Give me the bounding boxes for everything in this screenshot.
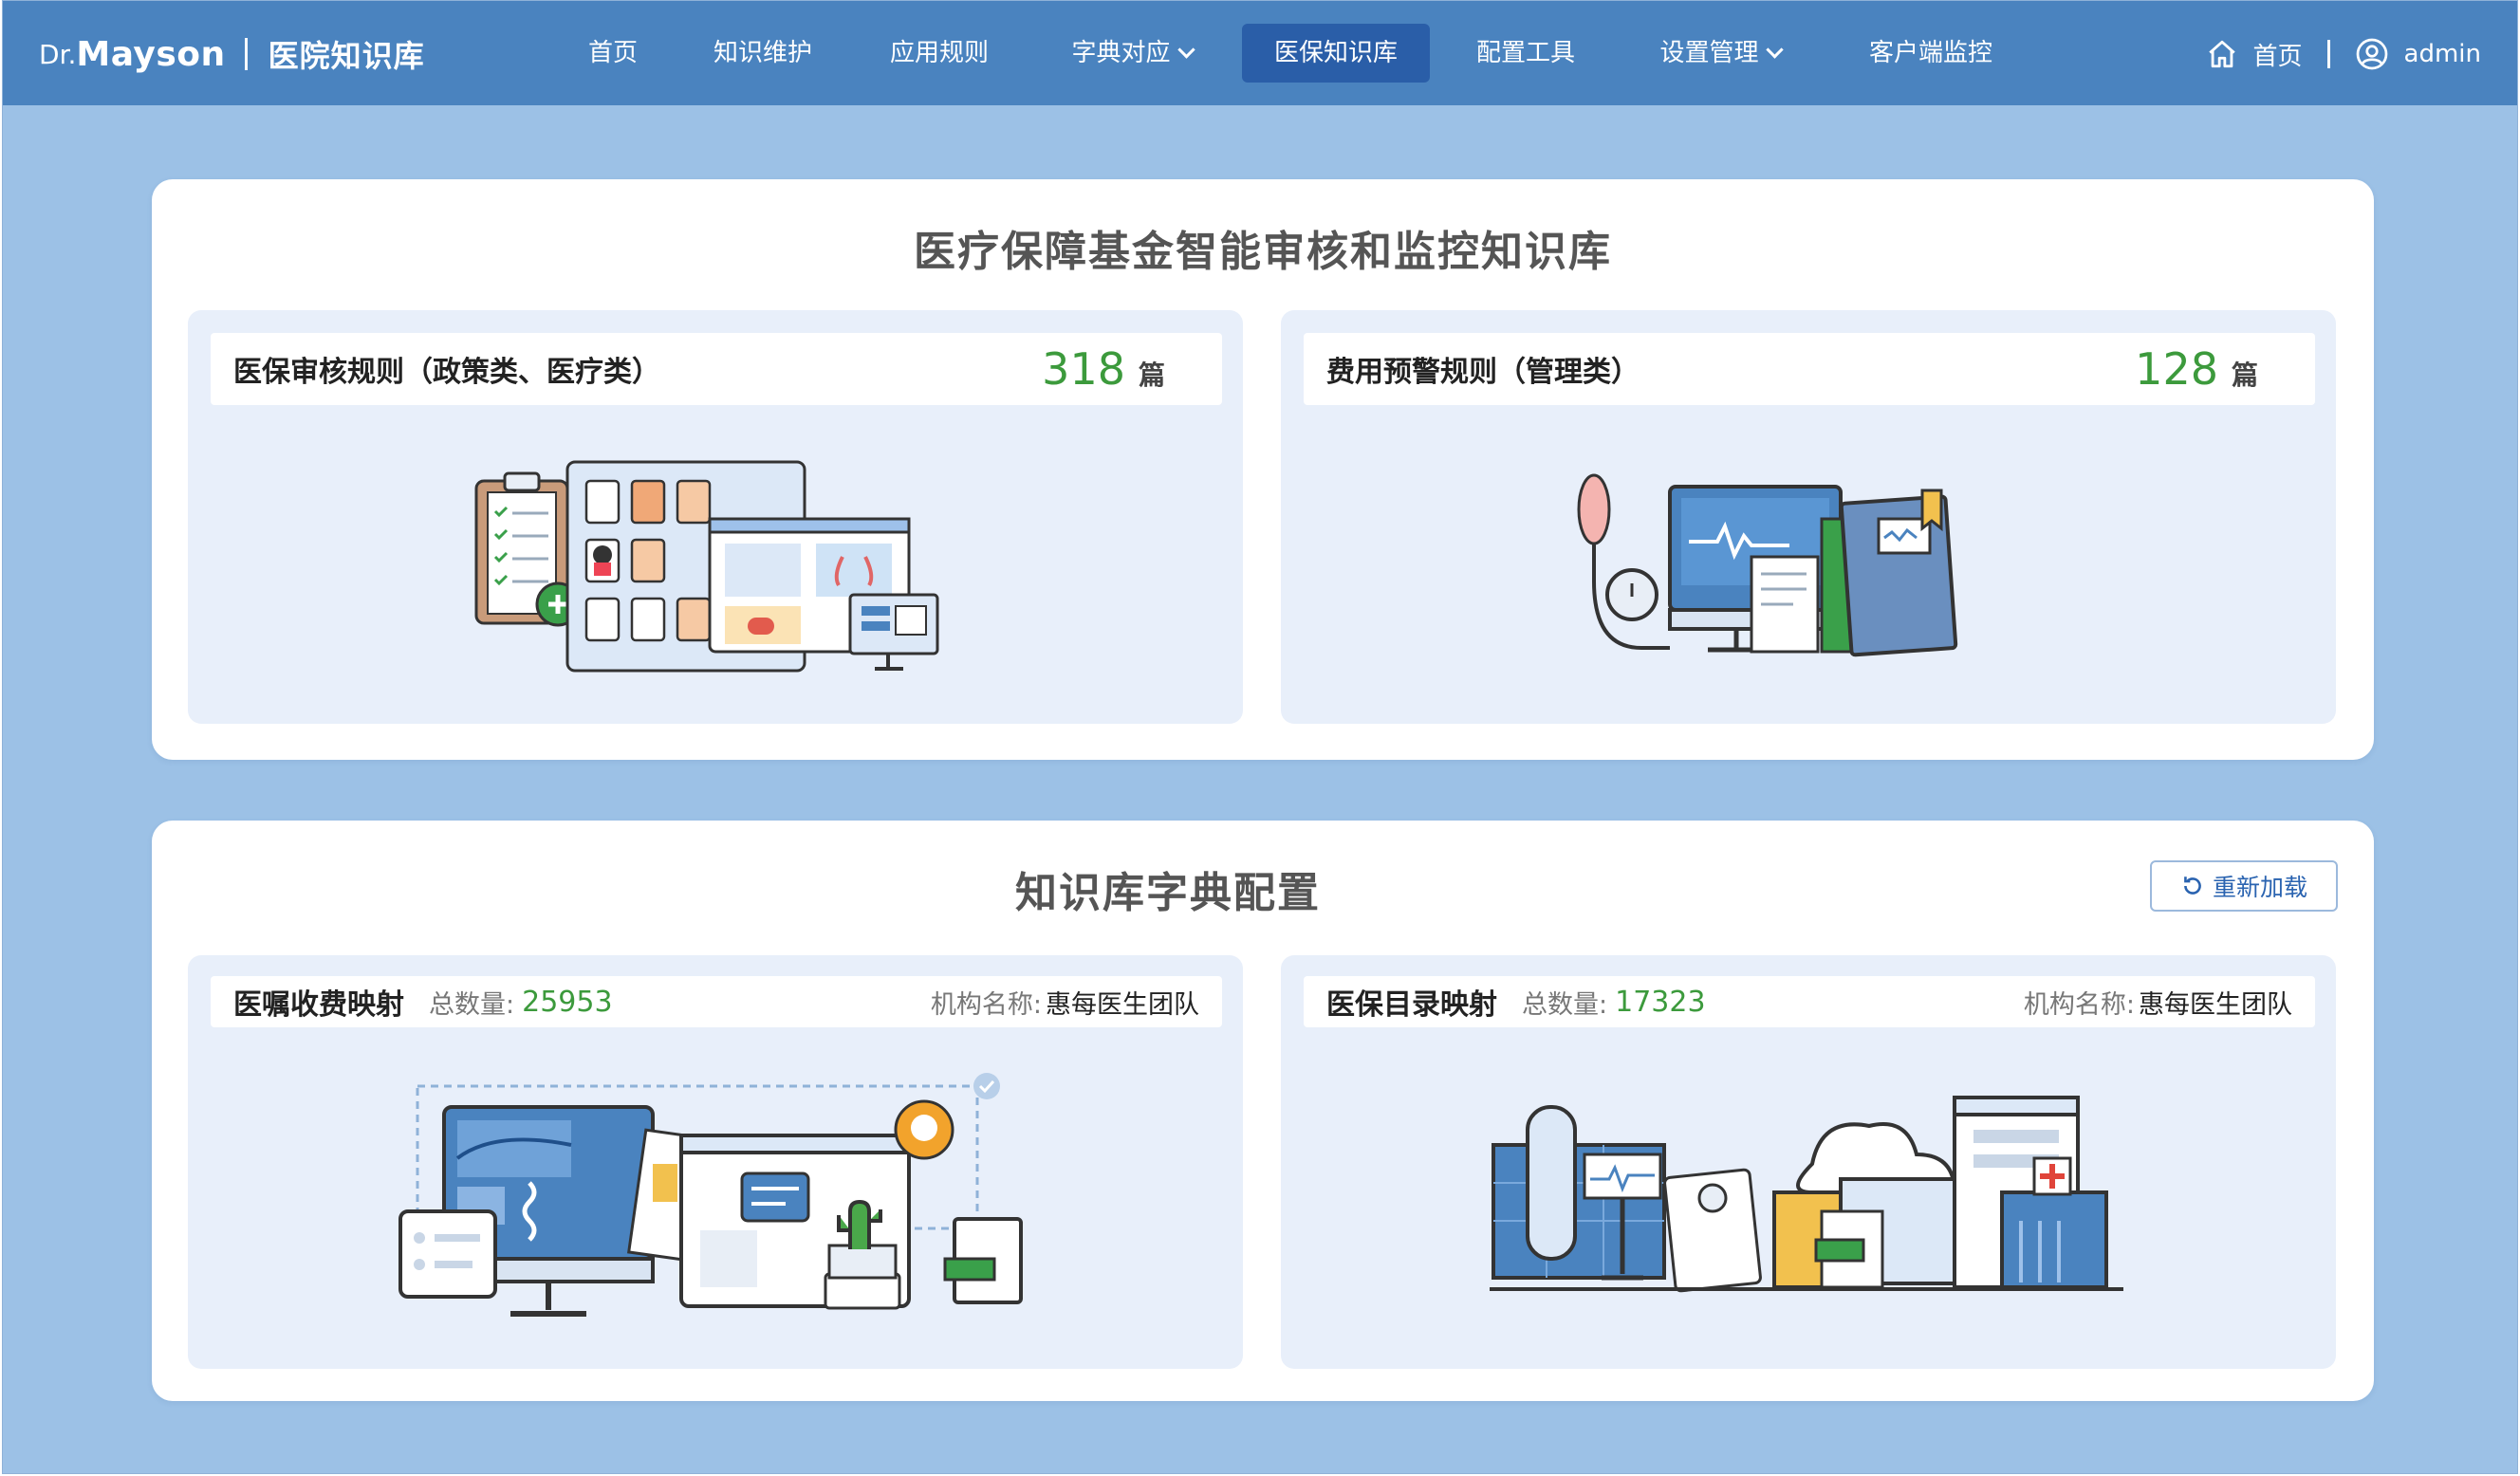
section-title: 医疗保障基金智能审核和监控知识库	[914, 228, 1612, 276]
nav-label: 应用规则	[889, 39, 989, 67]
app-frame: Dr. Mayson 医院知识库 首页 知识维护 应用规则 字典对应 医保知识库…	[2, 0, 2518, 1474]
count-badge: 318 篇	[1042, 343, 1165, 395]
card-header: 医保目录映射 总数量: 17323 机构名称: 惠每医生团队	[1304, 976, 2315, 1027]
nav-item-home[interactable]: 首页	[570, 24, 656, 83]
order-fee-mapping-card[interactable]: 医嘱收费映射 总数量: 25953 机构名称: 惠每医生团队	[188, 955, 1243, 1369]
nav-item-insurance-knowledge[interactable]: 医保知识库	[1242, 24, 1430, 83]
chevron-down-icon	[1765, 41, 1784, 59]
brand-divider	[244, 38, 248, 70]
nav-label: 首页	[587, 39, 638, 67]
nav-label: 配置工具	[1475, 39, 1575, 67]
nav-item-application-rules[interactable]: 应用规则	[878, 24, 1001, 83]
top-navbar: Dr. Mayson 医院知识库 首页 知识维护 应用规则 字典对应 医保知识库…	[3, 1, 2517, 105]
count-unit: 篇	[1138, 360, 1165, 391]
card-title: 费用预警规则（管理类）	[1326, 356, 1640, 389]
card-header: 医保审核规则（政策类、医疗类） 318 篇	[211, 333, 1222, 405]
nav-label: 设置管理	[1659, 39, 1759, 67]
section-title: 知识库字典配置	[1015, 869, 1321, 917]
home-icon[interactable]	[2206, 38, 2238, 70]
header-home-link[interactable]: 首页	[2253, 37, 2303, 72]
insurance-catalog-mapping-card[interactable]: 医保目录映射 总数量: 17323 机构名称: 惠每医生团队	[1281, 955, 2336, 1369]
nav-item-client-monitor[interactable]: 客户端监控	[1855, 24, 2007, 83]
total-label: 总数量:	[1522, 989, 1608, 1020]
count-unit: 篇	[2231, 360, 2258, 391]
insurance-knowledge-panel: 医疗保障基金智能审核和监控知识库 医保审核规则（政策类、医疗类） 318 篇 费…	[152, 179, 2374, 760]
org-value: 惠每医生团队	[2139, 989, 2292, 1020]
count-value: 318	[1042, 343, 1125, 395]
count-badge: 128 篇	[2135, 343, 2258, 395]
documents-illustration	[474, 460, 939, 673]
audit-rules-card[interactable]: 医保审核规则（政策类、医疗类） 318 篇	[188, 310, 1243, 724]
reload-label: 重新加载	[2212, 874, 2307, 901]
card-header: 费用预警规则（管理类） 128 篇	[1304, 333, 2315, 405]
org-label: 机构名称:	[2023, 989, 2135, 1020]
org-info: 机构名称: 惠每医生团队	[2024, 984, 2292, 1021]
total-value: 17323	[1615, 985, 1706, 1019]
org-info: 机构名称: 惠每医生团队	[931, 984, 1199, 1021]
cost-warning-card[interactable]: 费用预警规则（管理类） 128 篇	[1281, 310, 2336, 724]
nav-item-settings[interactable]: 设置管理	[1642, 24, 1798, 83]
reload-button[interactable]: 重新加载	[2150, 860, 2338, 912]
nav-label: 字典对应	[1071, 39, 1171, 67]
brand-subtitle: 医院知识库	[268, 38, 425, 74]
card-title: 医保审核规则（政策类、医疗类）	[233, 356, 660, 389]
org-label: 机构名称:	[930, 989, 1042, 1020]
brand-dr: Dr.	[39, 38, 77, 70]
nav-item-dictionary-mapping[interactable]: 字典对应	[1056, 24, 1208, 83]
chevron-down-icon	[1177, 41, 1195, 59]
total-label: 总数量:	[429, 989, 515, 1020]
total-value: 25953	[522, 985, 613, 1019]
org-value: 惠每医生团队	[1046, 989, 1199, 1020]
card-header: 医嘱收费映射 总数量: 25953 机构名称: 惠每医生团队	[211, 976, 1222, 1027]
nav-label: 医保知识库	[1273, 39, 1398, 67]
user-icon[interactable]	[2355, 37, 2389, 71]
nav-label: 客户端监控	[1868, 39, 1992, 67]
medical-monitor-illustration	[1577, 473, 1958, 657]
nav-label: 知识维护	[713, 39, 812, 67]
count-value: 128	[2135, 343, 2218, 395]
refresh-icon	[2184, 876, 2201, 895]
brand-name: Mayson	[76, 34, 226, 74]
brand-logo: Dr. Mayson 医院知识库	[39, 28, 425, 81]
header-divider	[2326, 40, 2330, 68]
hospital-illustration	[1490, 1096, 2123, 1293]
dictionary-config-panel: 知识库字典配置 重新加载 医嘱收费映射 总数量: 25953 机构名称: 惠每医…	[152, 821, 2374, 1401]
header-username[interactable]: admin	[2404, 40, 2481, 68]
nav-item-knowledge-maintenance[interactable]: 知识维护	[701, 24, 825, 83]
nav-item-config-tools[interactable]: 配置工具	[1464, 24, 1587, 83]
card-title: 医嘱收费映射	[233, 988, 404, 1022]
card-title: 医保目录映射	[1326, 988, 1497, 1022]
header-right: 首页 admin	[2206, 28, 2481, 81]
workstation-illustration	[398, 1073, 1023, 1317]
